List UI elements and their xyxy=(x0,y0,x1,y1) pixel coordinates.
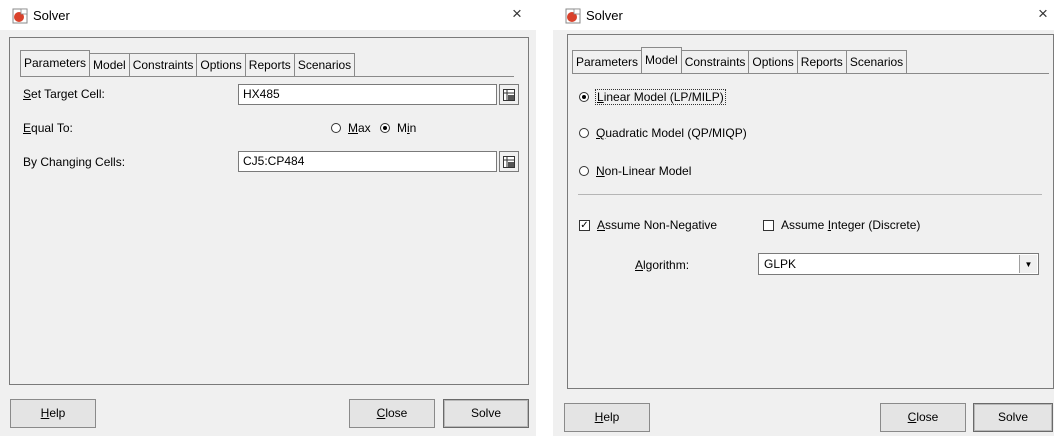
min-radio-dot xyxy=(380,123,390,133)
set-target-cell-label: Set Target Cell: xyxy=(23,87,105,101)
non-linear-model-radio[interactable]: Non-Linear Model xyxy=(579,164,691,178)
set-target-cell-input[interactable]: HX485 xyxy=(238,84,497,105)
tab-reports[interactable]: Reports xyxy=(244,53,295,76)
equal-to-label: Equal To: xyxy=(23,121,73,135)
tab-divider xyxy=(20,76,514,77)
solver-dialog-parameters: Solver × Parameters Model Constraints Op… xyxy=(0,0,536,436)
tab-scenarios[interactable]: Scenarios xyxy=(845,50,908,73)
tab-options[interactable]: Options xyxy=(748,50,798,73)
range-select-icon xyxy=(503,88,515,101)
tab-constraints[interactable]: Constraints xyxy=(128,53,198,76)
tab-scenarios[interactable]: Scenarios xyxy=(293,53,356,76)
non-linear-model-radio-dot xyxy=(579,166,589,176)
max-radio-label: Max xyxy=(348,121,371,135)
tab-model[interactable]: Model xyxy=(641,47,682,73)
solve-button[interactable]: Solve xyxy=(443,399,529,428)
title-bar: Solver × xyxy=(0,0,536,30)
solve-button[interactable]: Solve xyxy=(973,403,1053,432)
tab-panel: Parameters Model Constraints Options Rep… xyxy=(567,34,1054,389)
window-title: Solver xyxy=(586,8,623,23)
min-radio[interactable]: Min xyxy=(380,121,416,135)
tab-parameters[interactable]: Parameters xyxy=(20,50,91,76)
algorithm-value: GLPK xyxy=(764,257,797,271)
tab-constraints[interactable]: Constraints xyxy=(680,50,750,73)
tab-parameters[interactable]: Parameters xyxy=(572,50,643,73)
tab-options[interactable]: Options xyxy=(196,53,246,76)
help-button[interactable]: Help xyxy=(10,399,96,428)
window-title: Solver xyxy=(33,8,70,23)
non-linear-model-label: Non-Linear Model xyxy=(596,164,692,178)
tab-strip: Parameters Model Constraints Options Rep… xyxy=(572,47,908,73)
algorithm-label: Algorithm: xyxy=(635,258,690,272)
close-window-button[interactable]: × xyxy=(512,4,522,24)
chevron-down-icon[interactable]: ▼ xyxy=(1019,255,1037,273)
solver-app-icon xyxy=(12,8,28,24)
close-button[interactable]: Close xyxy=(349,399,435,428)
algorithm-select[interactable]: GLPK ▼ xyxy=(758,253,1039,275)
quadratic-model-radio-dot xyxy=(579,128,589,138)
help-button[interactable]: Help xyxy=(564,403,650,432)
linear-model-radio[interactable]: Linear Model (LP/MILP) xyxy=(579,89,726,105)
by-changing-cells-input[interactable]: CJ5:CP484 xyxy=(238,151,497,172)
min-radio-label: Min xyxy=(397,121,417,135)
linear-model-radio-dot xyxy=(579,92,589,102)
solver-app-icon xyxy=(565,8,581,24)
quadratic-model-label: Quadratic Model (QP/MIQP) xyxy=(596,126,747,140)
range-select-icon xyxy=(503,155,515,168)
close-button[interactable]: Close xyxy=(880,403,966,432)
tab-model[interactable]: Model xyxy=(89,53,130,76)
tab-reports[interactable]: Reports xyxy=(796,50,847,73)
section-separator xyxy=(578,194,1042,195)
quadratic-model-radio[interactable]: Quadratic Model (QP/MIQP) xyxy=(579,126,747,140)
title-bar: Solver × xyxy=(553,0,1054,30)
solver-dialog-model: Solver × Parameters Model Constraints Op… xyxy=(553,0,1054,436)
by-changing-cells-label: By Changing Cells: xyxy=(23,155,126,169)
assume-non-negative-label: Assume Non-Negative xyxy=(597,218,718,232)
by-changing-cells-ref-button[interactable] xyxy=(499,151,519,172)
tab-panel: Parameters Model Constraints Options Rep… xyxy=(9,37,529,385)
assume-non-negative-checkbox[interactable]: ✓ Assume Non-Negative xyxy=(579,218,717,232)
set-target-cell-ref-button[interactable] xyxy=(499,84,519,105)
assume-integer-label: Assume Integer (Discrete) xyxy=(781,218,921,232)
linear-model-label: Linear Model (LP/MILP) xyxy=(595,89,726,105)
tab-divider xyxy=(572,73,1049,74)
assume-integer-checkbox[interactable]: Assume Integer (Discrete) xyxy=(763,218,920,232)
max-radio-dot xyxy=(331,123,341,133)
close-window-button[interactable]: × xyxy=(1038,4,1048,24)
assume-integer-check xyxy=(763,219,774,231)
assume-non-negative-check: ✓ xyxy=(579,219,590,231)
tab-strip: Parameters Model Constraints Options Rep… xyxy=(20,50,356,76)
max-radio[interactable]: Max xyxy=(331,121,371,135)
